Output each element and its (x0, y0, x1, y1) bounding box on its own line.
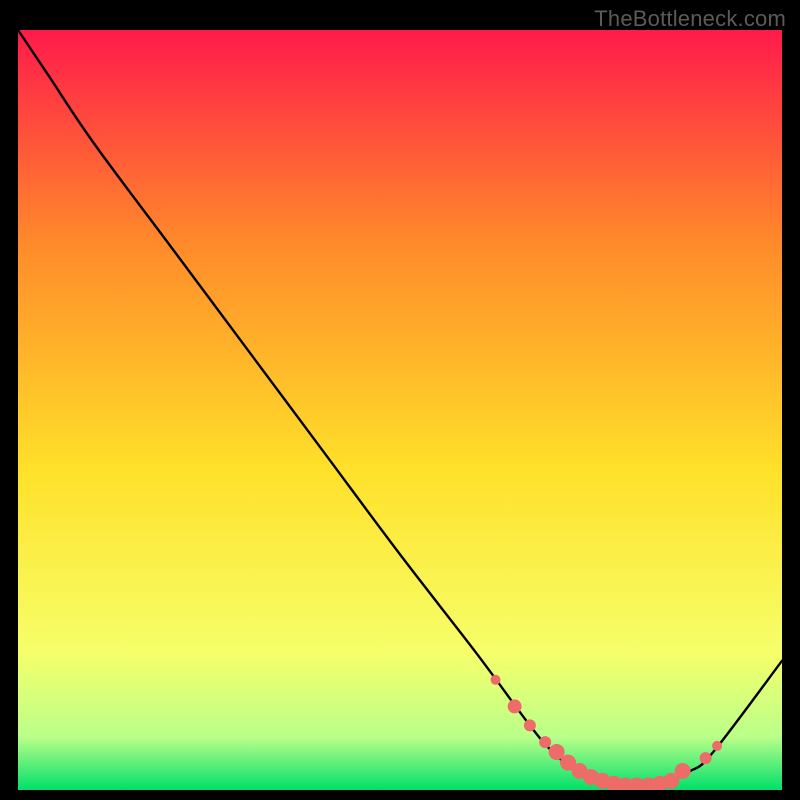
data-marker (524, 719, 536, 731)
bottleneck-chart (18, 30, 782, 790)
chart-frame: TheBottleneck.com (0, 0, 800, 800)
data-marker (675, 763, 691, 779)
data-marker (508, 699, 522, 713)
data-marker (491, 675, 501, 685)
plot-area (18, 30, 782, 790)
data-marker (700, 752, 712, 764)
data-marker (712, 741, 722, 751)
watermark-text: TheBottleneck.com (594, 6, 786, 32)
data-marker (539, 736, 551, 748)
